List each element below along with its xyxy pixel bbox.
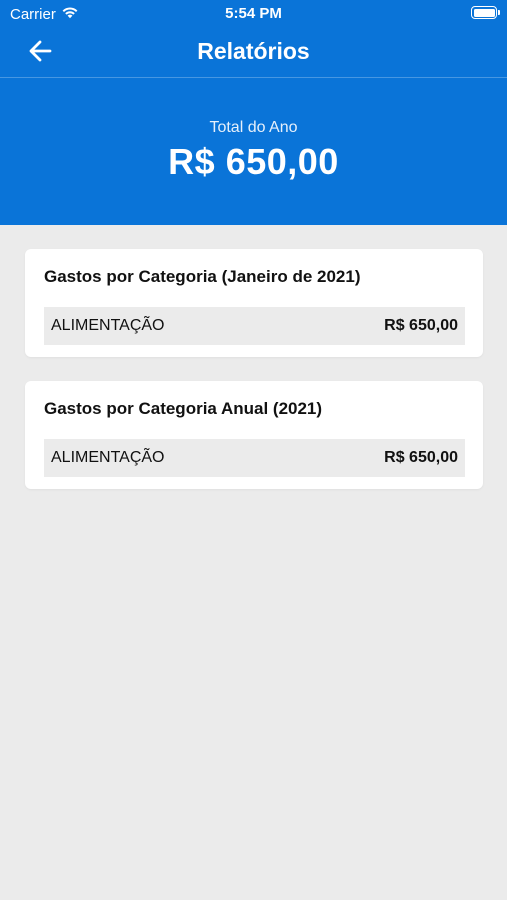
status-right (471, 6, 500, 19)
category-row: ALIMENTAÇÃO R$ 650,00 (44, 439, 465, 477)
page-title: Relatórios (197, 38, 310, 64)
monthly-category-card: Gastos por Categoria (Janeiro de 2021) A… (25, 249, 483, 357)
status-time: 5:54 PM (225, 5, 282, 22)
year-total-value: R$ 650,00 (168, 141, 339, 182)
category-amount: R$ 650,00 (384, 449, 458, 466)
nav-bar: Relatórios (0, 28, 507, 78)
status-bar: Carrier 5:54 PM (0, 0, 507, 28)
content: Gastos por Categoria (Janeiro de 2021) A… (0, 225, 507, 489)
category-name: ALIMENTAÇÃO (51, 449, 165, 466)
category-name: ALIMENTAÇÃO (51, 317, 165, 334)
card-title: Gastos por Categoria Anual (2021) (44, 399, 323, 418)
card-title: Gastos por Categoria (Janeiro de 2021) (44, 267, 361, 286)
header-area: Carrier 5:54 PM Relatórios Total do Ano … (0, 0, 507, 225)
year-total-label: Total do Ano (209, 119, 298, 136)
battery-icon (471, 6, 500, 19)
screen: Carrier 5:54 PM Relatórios Total do Ano … (0, 0, 507, 900)
category-amount: R$ 650,00 (384, 317, 458, 334)
category-row: ALIMENTAÇÃO R$ 650,00 (44, 307, 465, 345)
annual-category-card: Gastos por Categoria Anual (2021) ALIMEN… (25, 381, 483, 489)
year-total-summary: Total do Ano R$ 650,00 (0, 78, 507, 225)
